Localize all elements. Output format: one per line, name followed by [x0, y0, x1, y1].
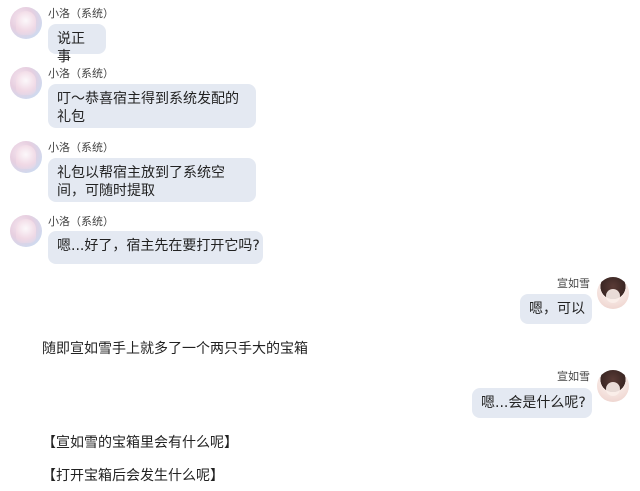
message-bubble[interactable]: 说正事 — [48, 24, 106, 65]
user-avatar-icon[interactable] — [597, 277, 629, 309]
user-avatar-icon[interactable] — [597, 370, 629, 402]
sender-name: 小洛（系统） — [48, 215, 114, 228]
message-bubble[interactable]: 嗯...会是什么呢? — [472, 388, 592, 418]
sender-name: 小洛（系统） — [48, 141, 114, 154]
narration-text: 随即宣如雪手上就多了一个两只手大的宝箱 — [42, 341, 308, 357]
sender-name: 宣如雪 — [557, 370, 590, 383]
message-bubble[interactable]: 礼包以帮宿主放到了系统空间，可随时提取 — [48, 158, 256, 202]
message-bubble[interactable]: 叮～恭喜宿主得到系统发配的礼包 — [48, 84, 256, 128]
message-bubble[interactable]: 嗯，可以 — [520, 294, 592, 324]
system-avatar-icon[interactable] — [10, 67, 42, 99]
system-avatar-icon[interactable] — [10, 215, 42, 247]
sender-name: 小洛（系统） — [48, 7, 114, 20]
narration-text: 【宣如雪的宝箱里会有什么呢】 — [42, 435, 238, 451]
sender-name: 宣如雪 — [557, 277, 590, 290]
system-avatar-icon[interactable] — [10, 7, 42, 39]
system-avatar-icon[interactable] — [10, 141, 42, 173]
message-bubble[interactable]: 嗯...好了，宿主先在要打开它吗? — [48, 231, 263, 264]
narration-text: 【打开宝箱后会发生什么呢】 — [42, 468, 224, 484]
sender-name: 小洛（系统） — [48, 67, 114, 80]
